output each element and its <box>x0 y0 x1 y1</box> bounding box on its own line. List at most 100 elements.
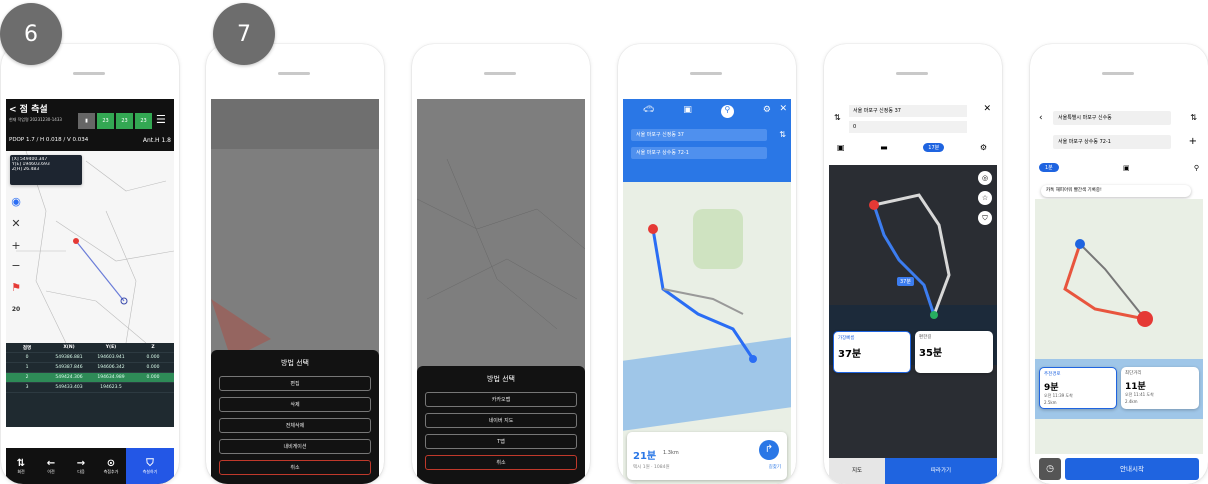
zoom-out-icon[interactable]: − <box>9 259 23 273</box>
car-icon[interactable]: ▬ <box>880 143 888 152</box>
transport-tabs: ▣ ▬ 17분 ⚙ <box>837 143 987 152</box>
walk-tab[interactable]: 17분 <box>923 143 945 152</box>
location-icon[interactable]: ◉ <box>9 195 23 209</box>
walk-icon[interactable]: ⚲ <box>1194 164 1199 172</box>
walk-icon[interactable]: ⚲ <box>720 105 734 118</box>
table-row[interactable]: 3 549433.403 194623.5 <box>6 383 174 393</box>
arrow-left-icon: ← <box>46 457 56 469</box>
phone-survey-screen: < 점 측설 현재 작업명 20231230-1433 ▮ 23 23 23 ☰… <box>1 44 179 484</box>
option-distance: 2.4km <box>1125 399 1138 404</box>
rotate-icon: ⇅ <box>16 457 26 469</box>
origin-input[interactable]: 서울 마포구 신정동 37 <box>631 129 767 141</box>
route-option-1[interactable]: 가장빠름 37분 <box>833 331 911 373</box>
zoom-level[interactable]: 20 <box>9 303 23 317</box>
back-icon[interactable]: ‹ <box>1039 113 1043 123</box>
car-icon[interactable]: 🚗︎ <box>643 105 654 118</box>
start-guidance-button[interactable]: 안내시작 <box>1065 458 1199 480</box>
route-option-2[interactable]: 최단거리 11분 오전 11:41 도착 2.4km <box>1121 367 1199 409</box>
direction-icon[interactable]: ↱ <box>759 440 779 460</box>
green-button-3[interactable]: 23 <box>135 113 152 129</box>
option-time: 35분 <box>919 348 943 359</box>
notice-banner[interactable]: 카톡 해피아워 빨간색 기록중! <box>1041 185 1191 197</box>
swap-icon[interactable]: ⇅ <box>834 113 841 122</box>
action-menu-screen: 방법 선택 편집 삭제 전체삭제 내비게이션 취소 <box>211 99 379 484</box>
route-option-1[interactable]: 추천경로 9분 오전 11:39 도착 2.5km <box>1039 367 1117 409</box>
green-button-2[interactable]: 23 <box>116 113 133 129</box>
edit-button[interactable]: 편집 <box>219 376 371 391</box>
close-icon[interactable]: ✕ <box>983 104 991 114</box>
col-y: Y(E) <box>105 345 117 350</box>
route-time: 21분 <box>633 451 657 462</box>
bus-icon[interactable]: ▣ <box>1123 164 1130 172</box>
option-arrival: 오전 11:39 도착 <box>1044 393 1073 398</box>
origin-input[interactable]: 서울특별시 마포구 신수동 <box>1053 111 1171 125</box>
clock-icon[interactable]: ◷ <box>1039 458 1061 480</box>
cancel-button[interactable]: 취소 <box>425 455 577 470</box>
phone-tmap: ‹ 서울특별시 마포구 신수동 서울 마포구 상수동 72-1 ⇅ + 1분 ▣… <box>1030 44 1208 484</box>
option-time: 9분 <box>1044 383 1059 393</box>
bus-icon[interactable]: ▣ <box>683 105 692 118</box>
shield-icon[interactable]: ⛉ <box>978 211 992 225</box>
naver-map-button[interactable]: 네이버 지도 <box>425 413 577 428</box>
follow-button[interactable]: 따라가기 <box>885 458 997 484</box>
destination-input[interactable]: 0 <box>849 121 967 133</box>
next-button[interactable]: → 다음 <box>66 448 96 484</box>
close-x-icon[interactable]: ✕ <box>9 217 23 231</box>
coordinate-box: [X] 549400.347 Y[E] 194603.693 Z[H] 26.4… <box>10 155 82 185</box>
sheet-title: 방법 선택 <box>281 359 309 367</box>
step-badge-6: 6 <box>0 3 62 65</box>
bike-icon[interactable]: ⚙ <box>980 143 987 152</box>
survey-header: < 점 측설 현재 작업명 20231230-1433 ▮ 23 23 23 ☰… <box>6 99 174 151</box>
col-name: 점명 <box>22 345 32 351</box>
stake-icon: ⛉ <box>146 457 154 469</box>
bus-icon[interactable]: ▣ <box>837 143 845 152</box>
arrow-right-icon: → <box>76 457 86 469</box>
search-header: 🚗︎ ▣ ⚲ ⚙ ✕ 서울 마포구 신정동 37 서울 마포구 상수동 72-1 … <box>623 99 791 182</box>
close-icon[interactable]: ✕ <box>779 104 787 114</box>
dimmed-map <box>417 158 585 330</box>
add-point-button[interactable]: ⊙ 측점추가 <box>96 448 126 484</box>
table-row[interactable]: 1 549387.846 194606.342 0.000 <box>6 363 174 373</box>
map-button[interactable]: 지도 <box>829 458 885 484</box>
prev-button[interactable]: ← 이전 <box>36 448 66 484</box>
flag-icon[interactable]: ⚑ <box>9 281 23 295</box>
bike-icon[interactable]: ⚙ <box>763 105 771 118</box>
menu-icon[interactable]: ☰ <box>156 113 166 126</box>
layers-icon[interactable]: ◎ <box>978 171 992 185</box>
kakaomap-button[interactable]: 카카오맵 <box>425 392 577 407</box>
swap-icon[interactable]: ⇅ <box>1190 113 1197 122</box>
rotate-button[interactable]: ⇅ 회전 <box>6 448 36 484</box>
map-app-select-screen: 방법 선택 카카오맵 네이버 지도 T맵 취소 <box>417 99 585 484</box>
delete-all-button[interactable]: 전체삭제 <box>219 418 371 433</box>
route-distance: 1.3km <box>663 450 679 456</box>
table-row-selected[interactable]: 2 549424.306 194634.989 0.000 <box>6 373 174 383</box>
destination-input[interactable]: 서울 마포구 상수동 72-1 <box>631 147 767 159</box>
bottom-bar: 지도 따라가기 <box>829 458 997 484</box>
col-x: X(N) <box>63 345 75 350</box>
origin-input[interactable]: 서울 마포구 신정동 37 <box>849 105 967 117</box>
speaker-notch <box>690 72 722 75</box>
go-label[interactable]: 길찾기 <box>769 464 781 470</box>
add-waypoint-icon[interactable]: + <box>1189 136 1197 147</box>
speaker-notch <box>484 72 516 75</box>
speaker-notch <box>896 72 928 75</box>
route-map[interactable]: 추천경로 9분 오전 11:39 도착 2.5km 최단거리 11분 오전 11… <box>1035 199 1203 454</box>
zoom-in-icon[interactable]: + <box>9 239 23 253</box>
destination-input[interactable]: 서울 마포구 상수동 72-1 <box>1053 135 1171 149</box>
table-row[interactable]: 0 549386.881 194603.941 0.000 <box>6 353 174 363</box>
stake-button[interactable]: ⛉ 측설하기 <box>126 448 174 484</box>
survey-map[interactable]: [X] 549400.347 Y[E] 194603.693 Z[H] 26.4… <box>6 151 174 343</box>
green-button-1[interactable]: 23 <box>97 113 114 129</box>
navigation-button[interactable]: 내비게이션 <box>219 439 371 454</box>
star-icon[interactable]: ☆ <box>978 191 992 205</box>
car-tab[interactable]: 1분 <box>1039 163 1059 172</box>
survey-screen: < 점 측설 현재 작업명 20231230-1433 ▮ 23 23 23 ☰… <box>6 99 174 484</box>
route-map[interactable]: 37분 ◎ ☆ ⛉ 가장빠름 37분 편한길 35분 <box>829 165 997 458</box>
tmap-button[interactable]: T맵 <box>425 434 577 449</box>
device-icon[interactable]: ▮ <box>78 113 95 129</box>
option-tag: 최단거리 <box>1125 371 1142 376</box>
delete-button[interactable]: 삭제 <box>219 397 371 412</box>
option-tag: 편한길 <box>919 335 932 340</box>
route-option-2[interactable]: 편한길 35분 <box>915 331 993 373</box>
swap-icon[interactable]: ⇅ <box>779 130 786 139</box>
